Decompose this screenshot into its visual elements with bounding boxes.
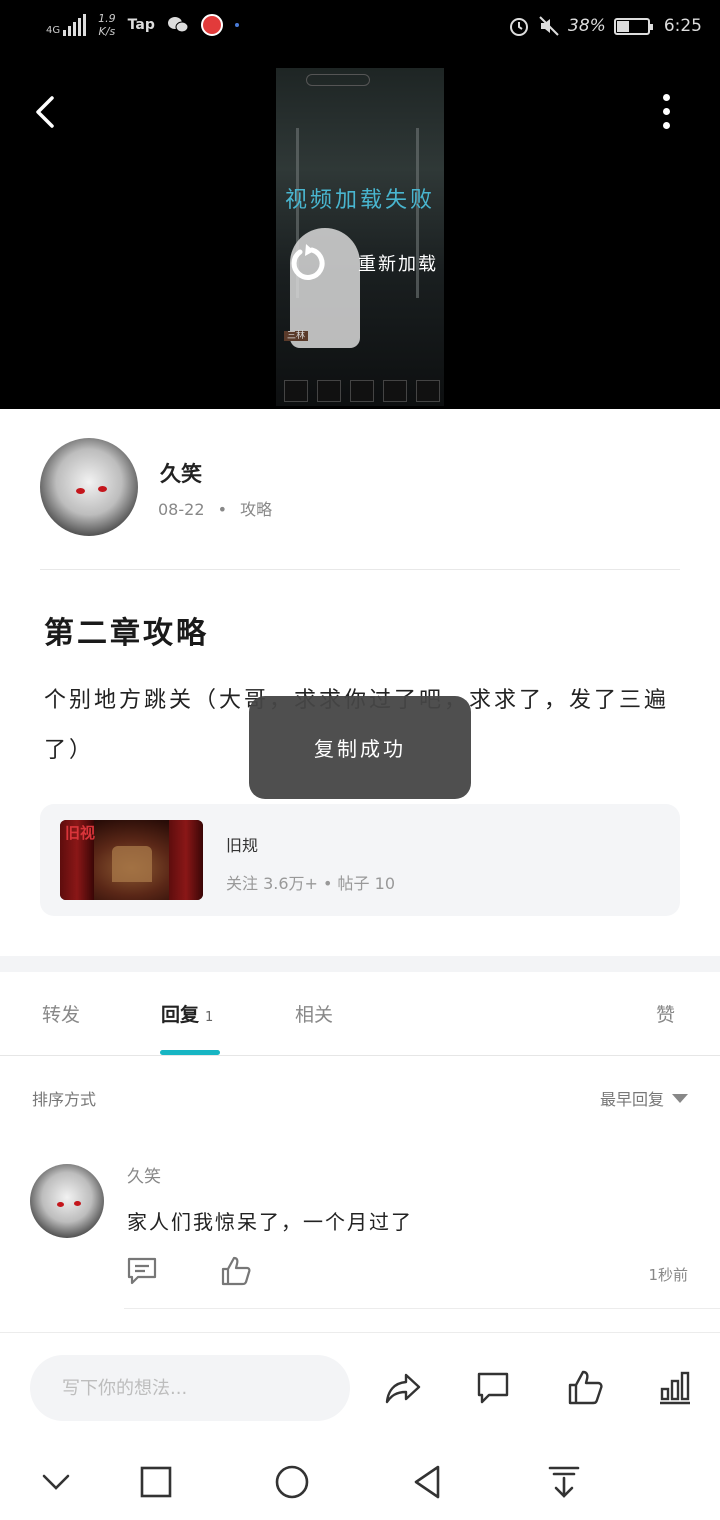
thumbnail-caption: 三林: [284, 330, 434, 364]
reload-button[interactable]: 重新加载: [288, 242, 438, 284]
share-button[interactable]: [384, 1369, 422, 1407]
nav-recents-button[interactable]: [136, 1462, 176, 1502]
game-logo-text: 旧视: [65, 824, 96, 842]
battery-icon: [613, 17, 653, 35]
comment-item: 久笑 家人们我惊呆了，一个月过了 1秒前: [0, 1160, 720, 1310]
bottom-action-bar: [0, 1332, 720, 1442]
more-options-button[interactable]: [656, 94, 676, 130]
comment-icon: [477, 1372, 509, 1404]
notification-dot-icon: [234, 23, 239, 27]
tab-related[interactable]: 相关: [295, 1000, 333, 1027]
divider: [40, 569, 680, 570]
commenter-avatar[interactable]: [30, 1164, 104, 1238]
status-left: 4G 1.9 K/s Tap: [46, 12, 239, 38]
comment-icon: [127, 1257, 157, 1285]
mute-icon: [539, 16, 559, 36]
comment-input[interactable]: [30, 1355, 350, 1421]
circle-icon: [275, 1465, 309, 1499]
game-thumbnail: 旧视: [60, 820, 203, 900]
post-meta: 08-22 • 攻略: [158, 500, 273, 519]
tap-app-icon: Tap: [127, 17, 155, 33]
sort-label: 排序方式: [32, 1090, 97, 1109]
comment-time: 1秒前: [648, 1266, 688, 1284]
signal-indicator: 4G: [46, 14, 87, 36]
nav-back-button[interactable]: [408, 1462, 448, 1502]
post-date: 08-22: [158, 500, 205, 519]
video-thumbnail: 三林: [276, 68, 444, 406]
game-stats: 关注 3.6万+ • 帖子 10: [226, 874, 395, 893]
network-type: 4G: [46, 25, 61, 36]
nav-collapse-button[interactable]: [36, 1462, 76, 1502]
author-avatar[interactable]: [40, 438, 138, 536]
more-vertical-icon: [656, 94, 676, 129]
square-icon: [140, 1466, 172, 1498]
system-navigation-bar: [0, 1442, 720, 1520]
tab-likes[interactable]: 赞: [656, 1000, 675, 1027]
tab-forward[interactable]: 转发: [42, 1000, 80, 1027]
stats-button[interactable]: [656, 1369, 694, 1407]
tab-replies[interactable]: 回复 1: [161, 1000, 213, 1027]
post-title: 第二章攻略: [44, 616, 209, 651]
comment-divider: [124, 1308, 720, 1309]
thumbs-up-icon: [568, 1370, 603, 1405]
thumbs-up-icon: [221, 1256, 251, 1286]
game-name: 旧规: [226, 836, 259, 855]
reply-count: 1: [205, 1010, 214, 1025]
comment-button[interactable]: [474, 1369, 512, 1407]
signal-bars-icon: [63, 14, 87, 36]
bar-chart-icon: [660, 1371, 690, 1405]
reload-label: 重新加载: [358, 254, 438, 275]
section-separator: [0, 956, 720, 972]
video-player[interactable]: 三林 视频加载失败 重新加载: [0, 58, 720, 409]
caret-down-icon: [672, 1093, 688, 1103]
pull-down-icon: [548, 1466, 580, 1498]
nav-notification-button[interactable]: [544, 1462, 584, 1502]
active-tab-indicator: [160, 1050, 220, 1055]
status-right: 38% 6:25: [508, 15, 702, 37]
thumbnail-inventory-slots: [284, 380, 440, 402]
tab-bar: 转发 回复 1 相关 赞: [0, 972, 720, 1056]
author-name[interactable]: 久笑: [160, 458, 202, 488]
battery-percent: 38%: [568, 16, 606, 36]
toast-message: 复制成功: [249, 696, 471, 799]
like-post-button[interactable]: [566, 1369, 604, 1407]
video-error-text: 视频加载失败: [284, 188, 435, 213]
triangle-back-icon: [414, 1465, 440, 1499]
back-button[interactable]: [30, 92, 60, 132]
chevron-left-icon: [36, 96, 54, 128]
status-bar: 4G 1.9 K/s Tap 38% 6:25: [0, 0, 720, 58]
netease-music-icon: [200, 14, 223, 36]
post-category: 攻略: [240, 500, 273, 519]
alarm-icon: [510, 18, 529, 36]
commenter-name[interactable]: 久笑: [127, 1162, 161, 1187]
nav-home-button[interactable]: [272, 1462, 312, 1502]
clock: 6:25: [663, 16, 702, 36]
like-button[interactable]: [220, 1256, 252, 1286]
reply-button[interactable]: [126, 1256, 158, 1286]
wechat-icon: [167, 17, 189, 33]
game-card[interactable]: 旧视 旧规 关注 3.6万+ • 帖子 10: [40, 804, 680, 916]
author-header: 久笑 08-22 • 攻略: [40, 438, 680, 538]
chevron-down-icon: [42, 1474, 70, 1490]
refresh-icon: [291, 244, 325, 280]
share-icon: [385, 1373, 421, 1404]
comment-text: 家人们我惊呆了，一个月过了: [127, 1210, 413, 1234]
sort-dropdown[interactable]: 最早回复: [600, 1086, 688, 1110]
sort-row: 排序方式 最早回复: [32, 1086, 688, 1110]
network-speed: 1.9 K/s: [98, 12, 116, 38]
thumbnail-progress-bar: [306, 74, 370, 86]
